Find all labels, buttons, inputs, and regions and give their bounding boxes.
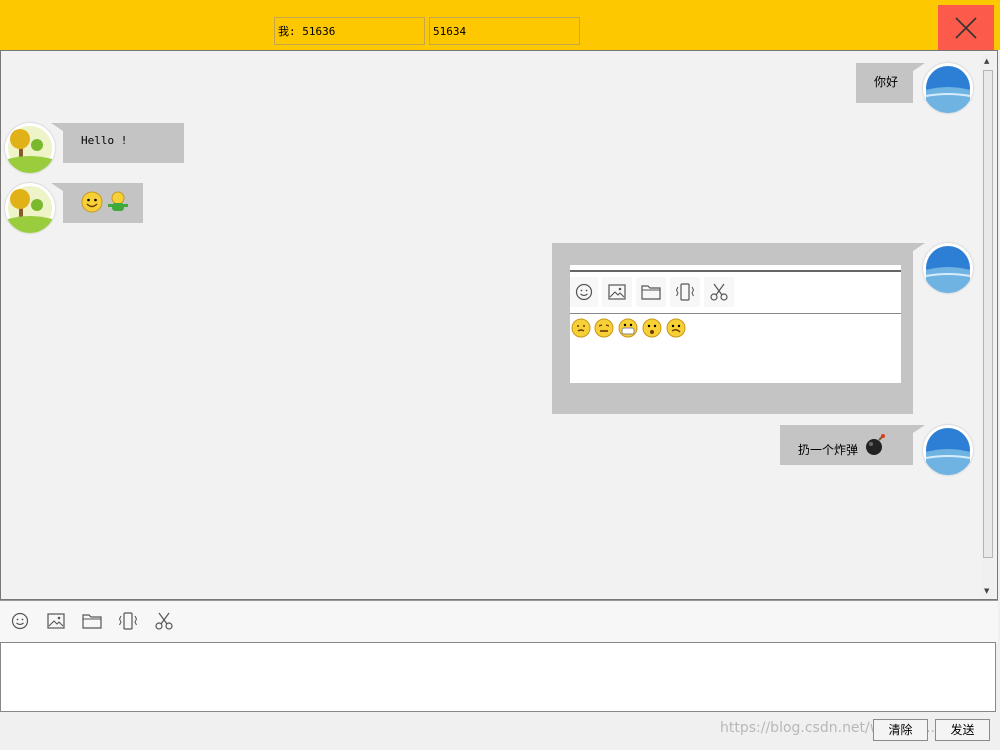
screenshot-image bbox=[570, 265, 901, 383]
emoji bbox=[642, 318, 662, 338]
message-bubble bbox=[552, 243, 913, 414]
chat-scrollbar[interactable]: ▲ ▼ bbox=[981, 54, 995, 598]
smile-emoji bbox=[81, 191, 103, 213]
my-avatar bbox=[923, 63, 973, 113]
message-text: 你好 bbox=[874, 75, 899, 89]
scissors-icon[interactable] bbox=[148, 606, 180, 636]
scissors-icon bbox=[704, 277, 734, 307]
emoji bbox=[594, 318, 614, 338]
vibrate-icon bbox=[670, 277, 700, 307]
my-avatar bbox=[923, 425, 973, 475]
waving-figure-emoji bbox=[107, 191, 128, 211]
emoji bbox=[618, 318, 638, 338]
my-id-field: 我: 51636 bbox=[274, 17, 425, 45]
close-x-icon bbox=[955, 16, 977, 39]
vibrate-icon[interactable] bbox=[112, 606, 144, 636]
bubble-tail bbox=[913, 63, 925, 71]
emoji bbox=[571, 318, 591, 338]
emoji-row bbox=[570, 317, 688, 339]
emoji bbox=[666, 318, 686, 338]
smiley-icon[interactable] bbox=[4, 606, 36, 636]
bubble-tail bbox=[913, 425, 925, 433]
scroll-down-icon[interactable]: ▼ bbox=[984, 587, 989, 595]
bomb-icon bbox=[866, 434, 885, 455]
message-input[interactable] bbox=[0, 642, 996, 712]
scrollbar-thumb[interactable] bbox=[983, 70, 993, 558]
bubble-tail bbox=[913, 243, 925, 251]
image-icon[interactable] bbox=[40, 606, 72, 636]
title-bar: 我: 51636 51634 bbox=[0, 0, 1000, 50]
message-bubble: Hello ! bbox=[63, 123, 184, 163]
bubble-tail bbox=[51, 183, 63, 191]
peer-id-field: 51634 bbox=[429, 17, 580, 45]
bubble-tail bbox=[51, 123, 63, 131]
send-button[interactable]: 发送 bbox=[935, 719, 990, 741]
image-icon bbox=[602, 277, 632, 307]
smiley-icon bbox=[570, 277, 598, 307]
my-avatar bbox=[923, 243, 973, 293]
message-bubble: 你好 bbox=[856, 63, 913, 103]
folder-icon[interactable] bbox=[76, 606, 108, 636]
scroll-up-icon[interactable]: ▲ bbox=[984, 57, 989, 65]
input-toolbar bbox=[0, 600, 998, 643]
peer-avatar bbox=[5, 123, 55, 173]
folder-icon bbox=[636, 277, 666, 307]
message-bubble: 扔一个炸弹 bbox=[780, 425, 913, 465]
chat-history[interactable]: 你好 Hello ! 扔一个炸弹 ▲ ▼ bbox=[0, 50, 998, 600]
message-text: Hello ! bbox=[81, 134, 128, 147]
clear-button[interactable]: 清除 bbox=[873, 719, 928, 741]
close-button[interactable] bbox=[938, 5, 994, 50]
message-text: 扔一个炸弹 bbox=[798, 443, 859, 457]
message-bubble bbox=[63, 183, 143, 223]
peer-avatar bbox=[5, 183, 55, 233]
